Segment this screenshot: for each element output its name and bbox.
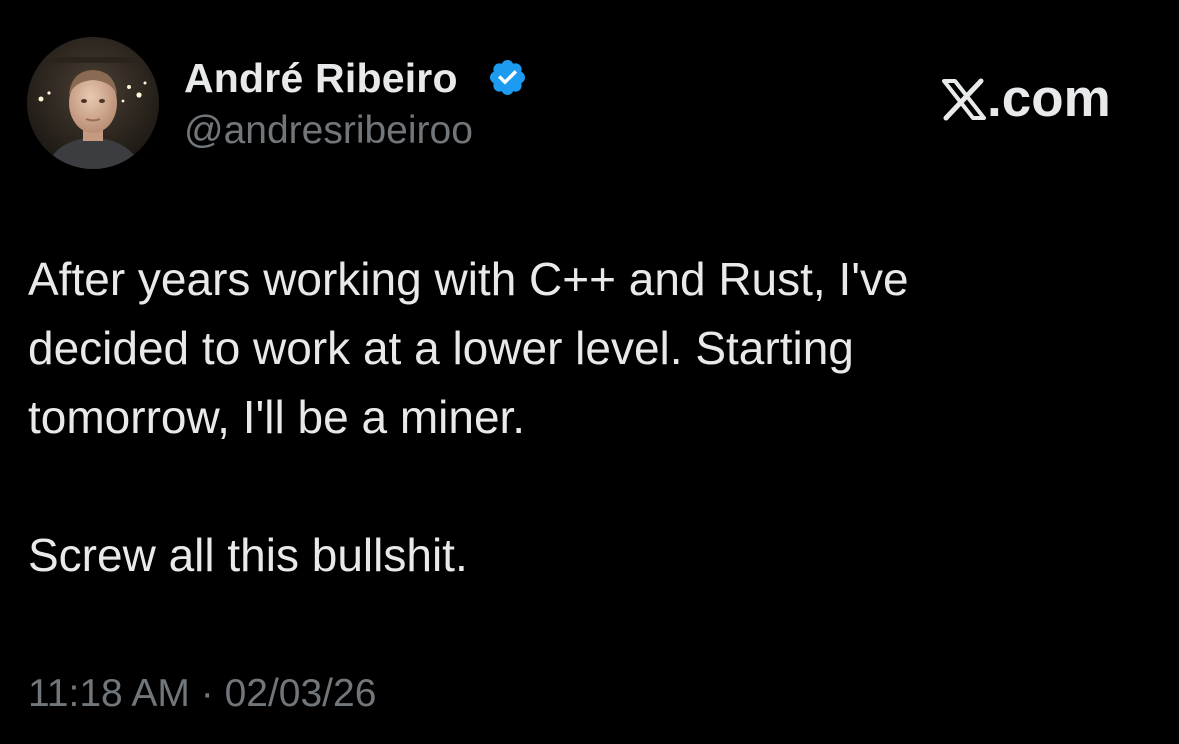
paragraph-spacer bbox=[28, 452, 1158, 521]
verified-badge-icon bbox=[489, 59, 526, 96]
brand-domain-suffix: .com bbox=[987, 69, 1111, 128]
tweet-text-line: After years working with C++ and Rust, I… bbox=[28, 253, 909, 305]
tweet-text: After years working with C++ and Rust, I… bbox=[28, 245, 1158, 590]
timestamp-separator: · bbox=[200, 672, 214, 715]
author-display-name[interactable]: André Ribeiro bbox=[184, 54, 458, 102]
tweet-date: 02/03/26 bbox=[224, 672, 377, 715]
tweet-timestamp[interactable]: 11:18 AM · 02/03/26 bbox=[28, 670, 376, 718]
x-logo-icon bbox=[942, 78, 986, 121]
avatar[interactable] bbox=[27, 37, 159, 169]
tweet-card: André Ribeiro @andresribeiroo .com After… bbox=[0, 0, 1179, 744]
tweet-text-line: Screw all this bullshit. bbox=[28, 529, 468, 581]
author-handle[interactable]: @andresribeiroo bbox=[184, 108, 473, 154]
tweet-time: 11:18 AM bbox=[28, 672, 190, 715]
avatar-photo bbox=[27, 37, 159, 169]
tweet-text-line: tomorrow, I'll be a miner. bbox=[28, 391, 526, 443]
brand-watermark: .com bbox=[941, 68, 1111, 130]
tweet-text-line: decided to work at a lower level. Starti… bbox=[28, 322, 854, 374]
